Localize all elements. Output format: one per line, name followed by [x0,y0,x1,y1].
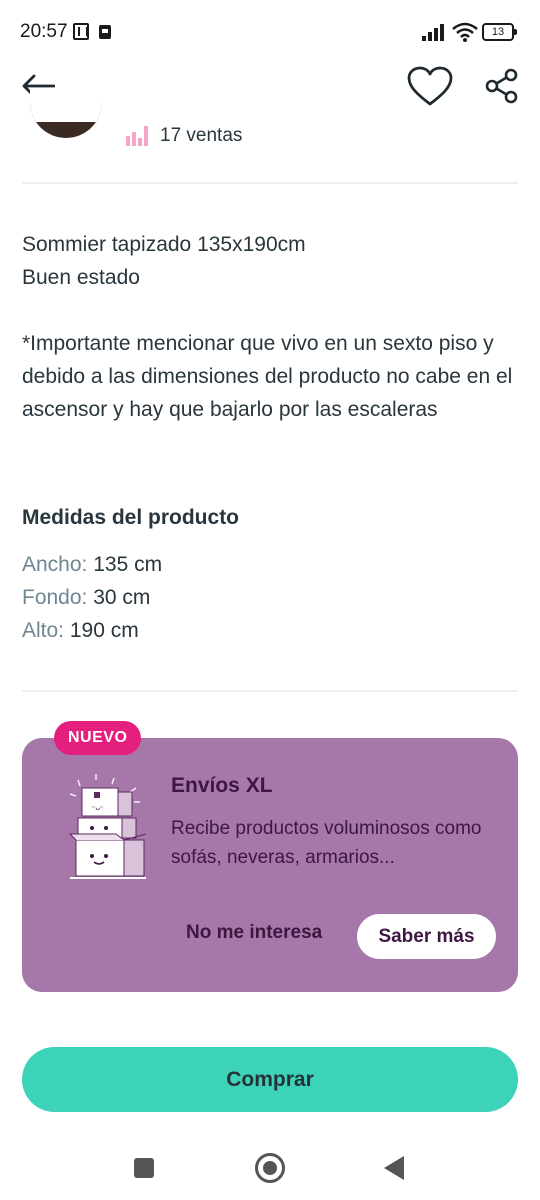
recent-apps-icon[interactable] [134,1158,154,1178]
description-title: Sommier tapizado 135x190cm [22,233,306,256]
new-badge: NUEVO [54,721,142,755]
share-icon [485,68,518,104]
measures-list: Ancho: 135 cm Fondo: 30 cm Alto: 190 cm [22,548,162,647]
home-icon[interactable] [255,1153,285,1183]
measure-value: 190 cm [69,619,139,642]
seller-avatar[interactable] [30,88,102,138]
system-nav-bar [0,1130,540,1200]
share-button[interactable] [480,64,524,108]
measure-value: 135 cm [93,553,163,576]
measure-depth: Fondo: 30 cm [22,581,162,614]
bar-chart-icon [126,126,148,146]
sim-icon [99,25,111,39]
nfc-icon [73,23,89,40]
sales-text: 17 ventas [160,125,243,146]
not-interested-button[interactable]: No me interesa [186,922,322,944]
status-time: 20:57 [20,21,68,42]
divider [22,182,518,184]
measure-value: 30 cm [93,586,151,609]
status-bar: 20:57 13 [0,0,540,64]
measure-label: Alto: [22,619,65,642]
divider [22,690,518,692]
heart-icon [407,66,453,106]
favorite-button[interactable] [404,62,456,110]
measures-title: Medidas del producto [22,506,240,529]
description-condition: Buen estado [22,266,140,289]
measure-height: Alto: 190 cm [22,614,162,647]
boxes-illustration-icon: ᵕᴗᵕ [68,774,147,879]
signal-icon [422,23,448,41]
measure-width: Ancho: 135 cm [22,548,162,581]
measure-label: Ancho: [22,553,88,576]
svg-text:ᵕᴗᵕ: ᵕᴗᵕ [92,803,104,812]
measure-label: Fondo: [22,586,88,609]
promo-text: Recibe productos voluminosos como sofás,… [171,818,482,868]
product-description: Sommier tapizado 135x190cm Buen estado *… [22,228,522,426]
wifi-icon [452,22,478,42]
buy-button[interactable]: Comprar [22,1047,518,1112]
learn-more-button[interactable]: Saber más [357,914,496,959]
description-note: *Importante mencionar que vivo en un sex… [22,332,513,421]
back-triangle-icon[interactable] [384,1156,404,1180]
battery-icon: 13 [482,23,517,41]
promo-title: Envíos XL [171,774,273,797]
sales-count: 17 ventas [126,124,242,148]
